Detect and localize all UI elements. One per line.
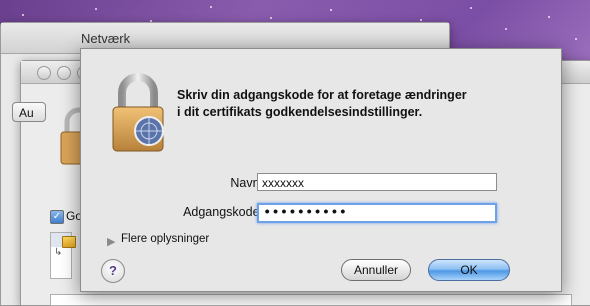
- authentication-button[interactable]: Au: [12, 102, 46, 122]
- dialog-message-line-1: Skriv din adgangskode for at foretage æn…: [177, 88, 467, 102]
- details-disclosure-label[interactable]: Flere oplysninger: [121, 233, 209, 245]
- checkbox[interactable]: ✓: [50, 210, 64, 224]
- window-title: Netværk: [81, 31, 131, 46]
- name-label: Navn:: [230, 176, 263, 190]
- dialog-message-line-2: i dit certifikats godkendelsesindstillin…: [177, 105, 423, 119]
- dialog-message: Skriv din adgangskode for at foretage æn…: [177, 87, 517, 121]
- password-label: Adgangskode:: [183, 205, 263, 219]
- certificate-icon: [62, 236, 76, 248]
- close-window-button[interactable]: [37, 66, 51, 80]
- name-field[interactable]: xxxxxxx: [257, 173, 497, 191]
- list-item-child[interactable]: ↳: [51, 247, 71, 261]
- ok-button[interactable]: OK: [428, 259, 510, 281]
- authentication-dialog: Skriv din adgangskode for at foretage æn…: [80, 48, 562, 292]
- padlock-icon: [112, 73, 164, 152]
- minimize-window-button[interactable]: [57, 66, 71, 80]
- cancel-button[interactable]: Annuller: [341, 259, 411, 281]
- details-box: [50, 294, 572, 306]
- help-button[interactable]: ?: [101, 259, 125, 283]
- password-field[interactable]: ••••••••••: [257, 203, 497, 223]
- disclosure-triangle-icon[interactable]: ▶: [107, 235, 115, 248]
